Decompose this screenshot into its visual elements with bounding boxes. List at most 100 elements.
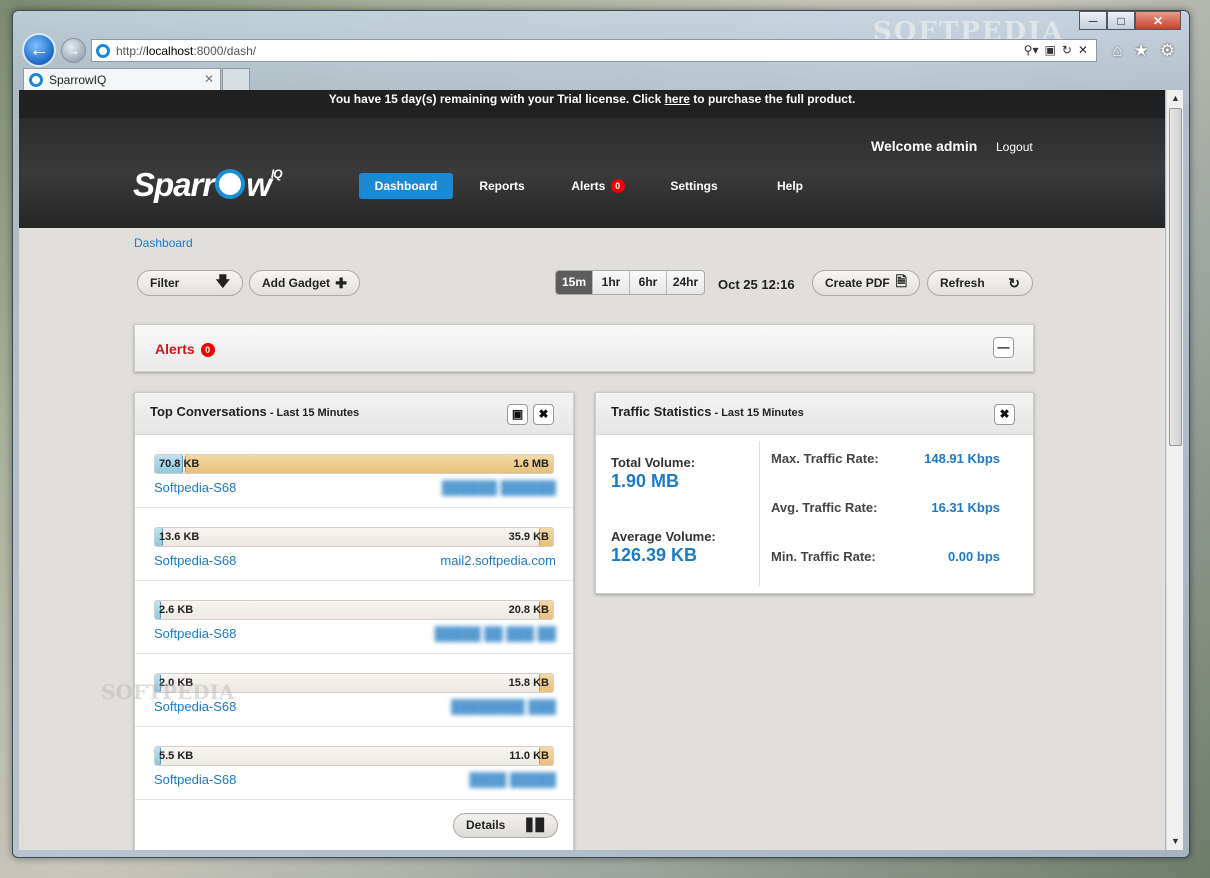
alerts-panel-label: Alerts — [155, 341, 195, 357]
details-button[interactable]: Details ▋▉ — [453, 813, 558, 838]
destination-host-link[interactable]: █████ ██ ███ ██ — [435, 626, 556, 641]
ie-icon — [96, 43, 110, 58]
address-bar[interactable]: http://localhost:8000/dash/ ⚲▾ ▣ ↻ ✕ — [91, 39, 1097, 62]
avg-rate-value: 16.31 Kbps — [931, 500, 1000, 515]
logo-text-left: Sparr — [133, 166, 215, 203]
source-host-link[interactable]: Softpedia-S68 — [154, 626, 236, 641]
scroll-thumb[interactable] — [1169, 108, 1182, 446]
destination-host-link[interactable]: ██████ ██████ — [442, 480, 556, 495]
forward-button[interactable]: → — [61, 38, 86, 63]
minimize-button[interactable]: ─ — [1079, 11, 1107, 30]
tab-close-icon[interactable]: ✕ — [204, 72, 214, 86]
source-host-link[interactable]: Softpedia-S68 — [154, 772, 236, 787]
stats-divider — [759, 441, 760, 586]
purchase-link[interactable]: here — [665, 92, 690, 106]
url-prefix: http:// — [116, 43, 147, 58]
stop-icon[interactable]: ✕ — [1078, 43, 1088, 57]
outbound-value: 15.8 KB — [508, 677, 549, 689]
min-rate-label: Min. Traffic Rate: — [771, 549, 876, 564]
inbound-value: 70.8 KB — [159, 458, 200, 470]
filter-button[interactable]: Filter 🡇 — [137, 270, 243, 296]
nav-dashboard[interactable]: Dashboard — [359, 173, 453, 199]
search-icon[interactable]: ⚲▾ — [1024, 43, 1039, 57]
compatibility-icon[interactable]: ▣ — [1045, 43, 1056, 57]
nav-help[interactable]: Help — [743, 173, 837, 199]
scroll-down-icon[interactable]: ▼ — [1167, 833, 1184, 850]
softpedia-watermark: SOFTPEDIA — [101, 680, 235, 704]
details-label: Details — [466, 818, 506, 832]
browser-toolbar: ⌂ ★ ⚙ — [1112, 41, 1175, 61]
arrow-down-icon: 🡇 — [215, 273, 230, 289]
alerts-panel-badge: 0 — [200, 343, 215, 357]
breadcrumb[interactable]: Dashboard — [134, 236, 193, 250]
refresh-page-icon[interactable]: ↻ — [1062, 43, 1072, 57]
document-icon: 🗎 — [895, 273, 907, 289]
nav-reports[interactable]: Reports — [455, 173, 549, 199]
alerts-panel: Alerts 0 — — [134, 324, 1034, 372]
outbound-value: 35.9 KB — [508, 531, 549, 543]
arrow-right-icon: → — [67, 43, 80, 58]
traffic-statistics-header: Traffic Statistics - Last 15 Minutes ✖ — [596, 393, 1033, 435]
conversation-row[interactable]: 5.5 KB 11.0 KB Softpedia-S68 ████ █████ — [135, 727, 573, 800]
source-host-link[interactable]: Softpedia-S68 — [154, 553, 236, 568]
inbound-value: 2.6 KB — [159, 604, 194, 616]
traffic-bar: 70.8 KB 1.6 MB — [154, 454, 554, 474]
conversation-row[interactable]: 2.6 KB 20.8 KB Softpedia-S68 █████ ██ ███ █… — [135, 581, 573, 654]
outbound-value: 20.8 KB — [508, 604, 549, 616]
traffic-bar: 2.6 KB 20.8 KB — [154, 600, 554, 620]
logo-text-right: w — [246, 166, 272, 203]
range-6hr[interactable]: 6hr — [630, 271, 667, 294]
range-24hr[interactable]: 24hr — [667, 271, 704, 294]
nav-alerts[interactable]: Alerts 0 — [551, 173, 645, 199]
add-gadget-button[interactable]: Add Gadget ✚ — [249, 270, 360, 296]
back-button[interactable]: ← — [22, 33, 56, 67]
top-conversations-header: Top Conversations - Last 15 Minutes ▣ ✖ — [135, 393, 573, 435]
average-volume-value: 126.39 KB — [611, 545, 698, 565]
range-1hr[interactable]: 1hr — [593, 271, 630, 294]
welcome-text: Welcome admin — [871, 138, 978, 154]
create-pdf-button[interactable]: Create PDF 🗎 — [812, 270, 920, 296]
nav-alerts-label: Alerts — [571, 179, 606, 193]
top-conversations-gadget: Top Conversations - Last 15 Minutes ▣ ✖ … — [134, 392, 574, 850]
url-host: localhost — [146, 43, 194, 58]
home-icon[interactable]: ⌂ — [1112, 41, 1122, 61]
vertical-scrollbar[interactable]: ▲ ▼ — [1166, 90, 1183, 850]
total-volume-label: Total Volume: — [611, 455, 696, 470]
timestamp: Oct 25 12:16 — [718, 277, 795, 292]
logout-link[interactable]: Logout — [996, 140, 1033, 154]
conversation-list: 70.8 KB 1.6 MB Softpedia-S68 ██████ ██████ 1… — [135, 435, 573, 800]
new-tab-button[interactable] — [222, 68, 250, 90]
conversation-row[interactable]: 13.6 KB 35.9 KB Softpedia-S68 mail2.softped… — [135, 508, 573, 581]
traffic-bar: 5.5 KB 11.0 KB — [154, 746, 554, 766]
star-icon[interactable]: ★ — [1134, 41, 1149, 61]
close-window-button[interactable]: ✕ — [1135, 11, 1181, 30]
scroll-up-icon[interactable]: ▲ — [1167, 90, 1184, 107]
nav-settings[interactable]: Settings — [647, 173, 741, 199]
collapse-button[interactable]: — — [993, 337, 1014, 358]
window-controls: ─ □ ✕ — [1079, 11, 1181, 30]
destination-host-link[interactable]: ████████ ███ — [451, 699, 556, 714]
close-gadget-button[interactable]: ✖ — [533, 404, 554, 425]
destination-host-link[interactable]: mail2.softpedia.com — [440, 553, 556, 568]
sparrowiq-logo[interactable]: Sparr wIQ — [133, 166, 283, 204]
gear-icon[interactable]: ⚙ — [1160, 41, 1175, 61]
maximize-button[interactable]: □ — [1107, 11, 1135, 30]
inbound-value: 5.5 KB — [159, 750, 194, 762]
image-view-button[interactable]: ▣ — [507, 404, 528, 425]
close-traffic-button[interactable]: ✖ — [994, 404, 1015, 425]
logo-sup: IQ — [270, 167, 283, 181]
close-icon: ✖ — [999, 407, 1010, 421]
traffic-subtitle: - Last 15 Minutes — [711, 407, 804, 419]
outbound-value: 11.0 KB — [509, 750, 549, 762]
inbound-value: 13.6 KB — [159, 531, 200, 543]
destination-host-link[interactable]: ████ █████ — [469, 772, 556, 787]
outbound-value: 1.6 MB — [513, 458, 549, 470]
bar-chart-icon: ▋▉ — [526, 818, 545, 832]
range-15m[interactable]: 15m — [556, 271, 593, 294]
refresh-button[interactable]: Refresh ↻ — [927, 270, 1033, 296]
conversation-row[interactable]: 70.8 KB 1.6 MB Softpedia-S68 ██████ ██████ — [135, 435, 573, 508]
refresh-label: Refresh — [940, 276, 985, 290]
browser-tab[interactable]: SparrowIQ ✕ — [23, 68, 221, 90]
tab-favicon — [29, 72, 43, 87]
source-host-link[interactable]: Softpedia-S68 — [154, 480, 236, 495]
